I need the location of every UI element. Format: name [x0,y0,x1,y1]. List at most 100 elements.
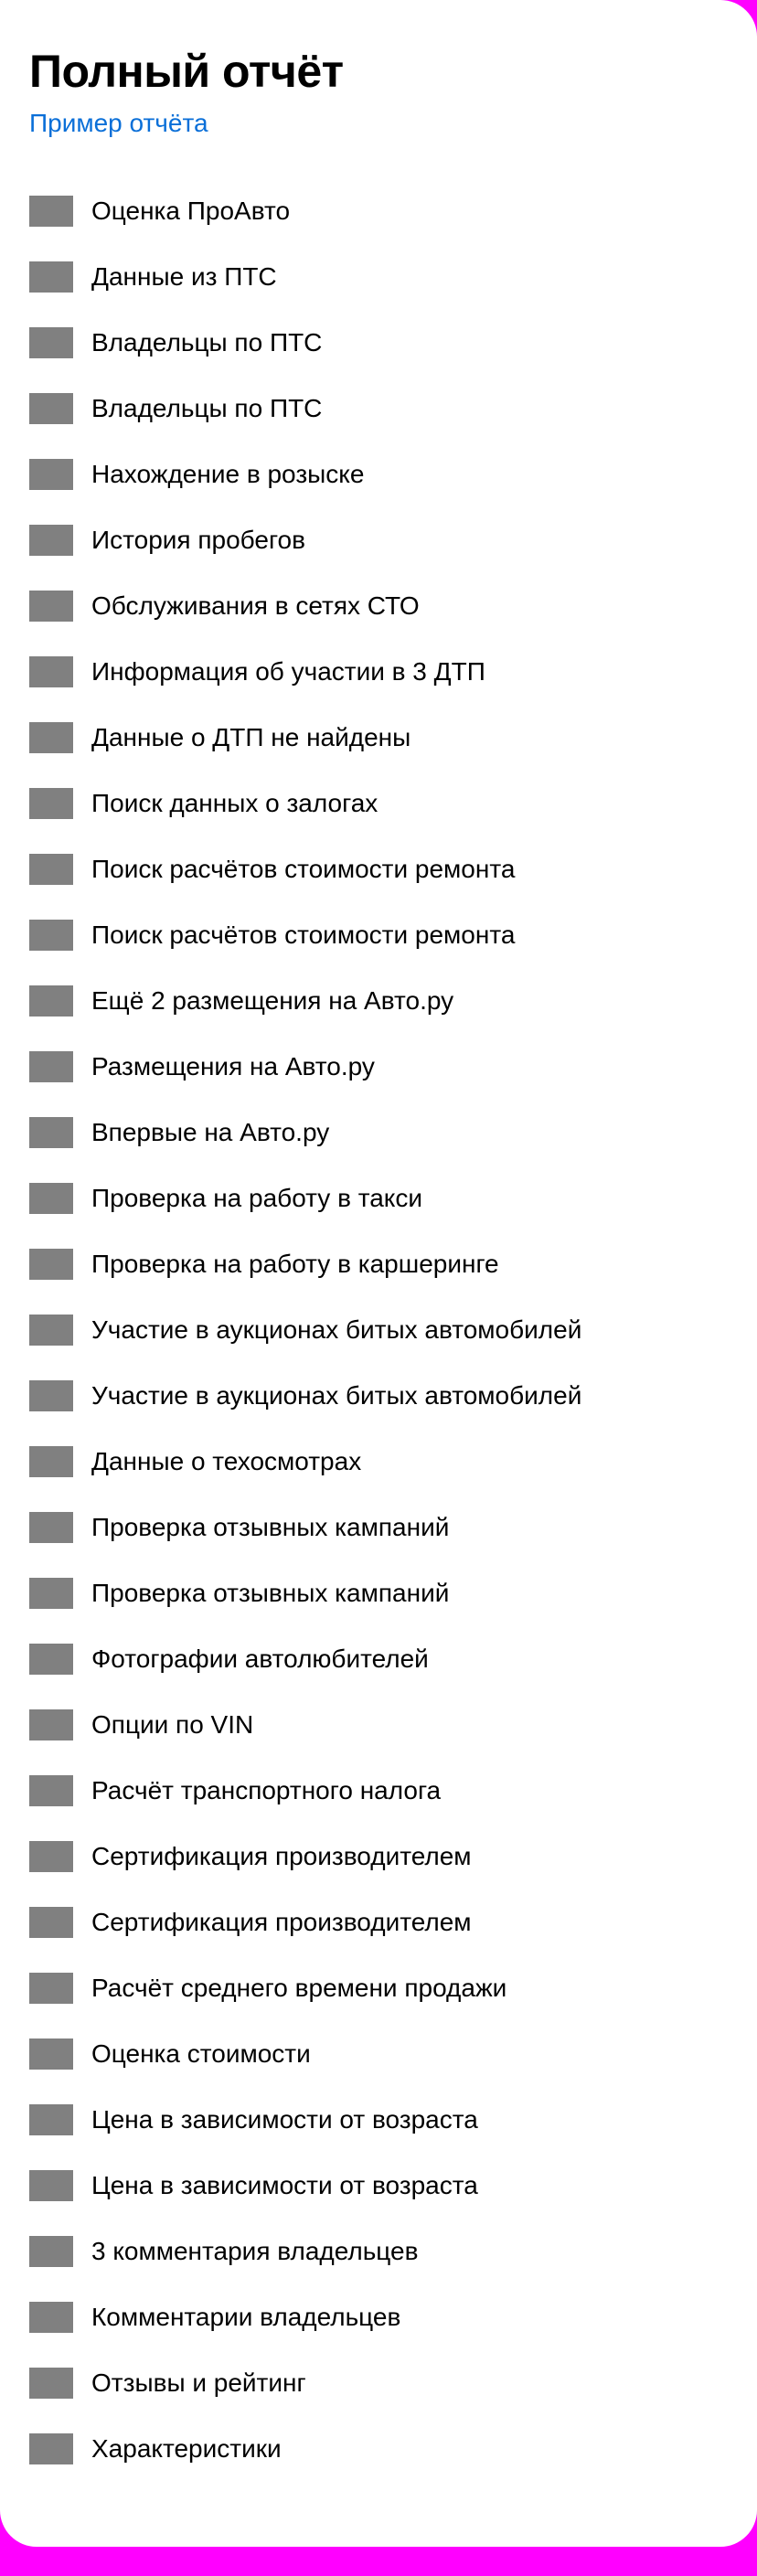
list-item-label: Поиск расчётов стоимости ремонта [91,855,516,883]
list-item-label: Характеристики [91,2434,282,2463]
list-item-label: Обслуживания в сетях СТО [91,591,420,620]
list-item-label: Проверка на работу в каршеринге [91,1250,499,1278]
placeholder-icon [29,1315,73,1346]
list-item: Участие в аукционах битых автомобилей [29,1302,581,1368]
list-item: Данные о ДТП не найдены [29,709,581,775]
list-item-label: Владельцы по ПТС [91,328,323,357]
placeholder-icon [29,854,73,885]
placeholder-icon [29,985,73,1017]
placeholder-icon [29,1446,73,1477]
sample-report-link[interactable]: Пример отчёта [29,107,208,140]
list-item: Владельцы по ПТС [29,380,581,446]
list-item-label: Отзывы и рейтинг [91,2368,306,2397]
placeholder-icon [29,788,73,819]
list-item: Поиск расчётов стоимости ремонта [29,907,581,973]
placeholder-icon [29,1512,73,1543]
report-items-list: Оценка ПроАвто Данные из ПТС Владельцы по … [29,183,581,2486]
placeholder-icon [29,1578,73,1609]
placeholder-icon [29,2038,73,2070]
placeholder-icon [29,261,73,293]
list-item: Участие в аукционах битых автомобилей [29,1368,581,1433]
list-item: Комментарии владельцев [29,2289,581,2355]
list-item: Проверка на работу в такси [29,1170,581,1236]
report-card: Полный отчёт Пример отчёта Оценка ПроАвт… [0,0,757,2547]
placeholder-icon [29,1775,73,1806]
list-item-label: Впервые на Авто.ру [91,1118,330,1146]
list-item: Цена в зависимости от возраста [29,2092,581,2157]
list-item: Обслуживания в сетях СТО [29,578,581,644]
list-item-label: Комментарии владельцев [91,2303,401,2331]
list-item: Ещё 2 размещения на Авто.ру [29,973,581,1038]
placeholder-icon [29,656,73,687]
list-item: Сертификация производителем [29,1894,581,1960]
list-item-label: Участие в аукционах битых автомобилей [91,1381,582,1410]
placeholder-icon [29,1907,73,1938]
list-item-label: Поиск данных о залогах [91,789,378,817]
list-item: Характеристики [29,2421,581,2486]
list-item-label: Ещё 2 размещения на Авто.ру [91,986,454,1015]
list-item: Нахождение в розыске [29,446,581,512]
placeholder-icon [29,1973,73,2004]
list-item: Расчёт транспортного налога [29,1762,581,1828]
list-item-label: Оценка стоимости [91,2039,311,2068]
list-item-label: Проверка отзывных кампаний [91,1579,450,1607]
list-item: Проверка на работу в каршеринге [29,1236,581,1302]
list-item: Цена в зависимости от возраста [29,2157,581,2223]
list-item-label: Проверка на работу в такси [91,1184,423,1212]
list-item-label: Проверка отзывных кампаний [91,1513,450,1541]
list-item: Поиск расчётов стоимости ремонта [29,841,581,907]
list-item: Впервые на Авто.ру [29,1104,581,1170]
placeholder-icon [29,327,73,358]
list-item: Сертификация производителем [29,1828,581,1894]
list-item: Фотографии автолюбителей [29,1631,581,1697]
list-item-label: Информация об участии в 3 ДТП [91,657,485,686]
list-item: Проверка отзывных кампаний [29,1565,581,1631]
list-item: Оценка стоимости [29,2026,581,2092]
list-item-label: 3 комментария владельцев [91,2237,419,2265]
placeholder-icon [29,2236,73,2267]
placeholder-icon [29,393,73,424]
list-item: Расчёт среднего времени продажи [29,1960,581,2026]
list-item: Проверка отзывных кампаний [29,1499,581,1565]
page-title: Полный отчёт [29,46,344,97]
list-item: Информация об участии в 3 ДТП [29,644,581,709]
list-item-label: Цена в зависимости от возраста [91,2171,478,2199]
placeholder-icon [29,2433,73,2464]
placeholder-icon [29,1117,73,1148]
list-item: История пробегов [29,512,581,578]
list-item-label: Данные из ПТС [91,262,277,291]
list-item: Данные из ПТС [29,249,581,314]
list-item-label: Опции по VIN [91,1710,254,1739]
placeholder-icon [29,1183,73,1214]
placeholder-icon [29,525,73,556]
placeholder-icon [29,1249,73,1280]
placeholder-icon [29,2368,73,2399]
placeholder-icon [29,1644,73,1675]
list-item: Размещения на Авто.ру [29,1038,581,1104]
placeholder-icon [29,722,73,753]
list-item-label: Данные о ДТП не найдены [91,723,411,751]
list-item-label: История пробегов [91,526,306,554]
list-item-label: Сертификация производителем [91,1908,472,1936]
list-item-label: Расчёт среднего времени продажи [91,1974,507,2002]
placeholder-icon [29,196,73,227]
list-item: Поиск данных о залогах [29,775,581,841]
list-item-label: Участие в аукционах битых автомобилей [91,1315,582,1344]
placeholder-icon [29,2302,73,2333]
list-item-label: Сертификация производителем [91,1842,472,1870]
list-item-label: Данные о техосмотрах [91,1447,362,1475]
placeholder-icon [29,920,73,951]
list-item: 3 комментария владельцев [29,2223,581,2289]
list-item-label: Оценка ПроАвто [91,197,291,225]
placeholder-icon [29,2104,73,2135]
placeholder-icon [29,591,73,622]
list-item-label: Размещения на Авто.ру [91,1052,375,1080]
list-item: Владельцы по ПТС [29,314,581,380]
list-item: Опции по VIN [29,1697,581,1762]
list-item: Данные о техосмотрах [29,1433,581,1499]
list-item-label: Владельцы по ПТС [91,394,323,422]
list-item-label: Цена в зависимости от возраста [91,2105,478,2134]
placeholder-icon [29,1841,73,1872]
placeholder-icon [29,459,73,490]
list-item-label: Расчёт транспортного налога [91,1776,442,1804]
